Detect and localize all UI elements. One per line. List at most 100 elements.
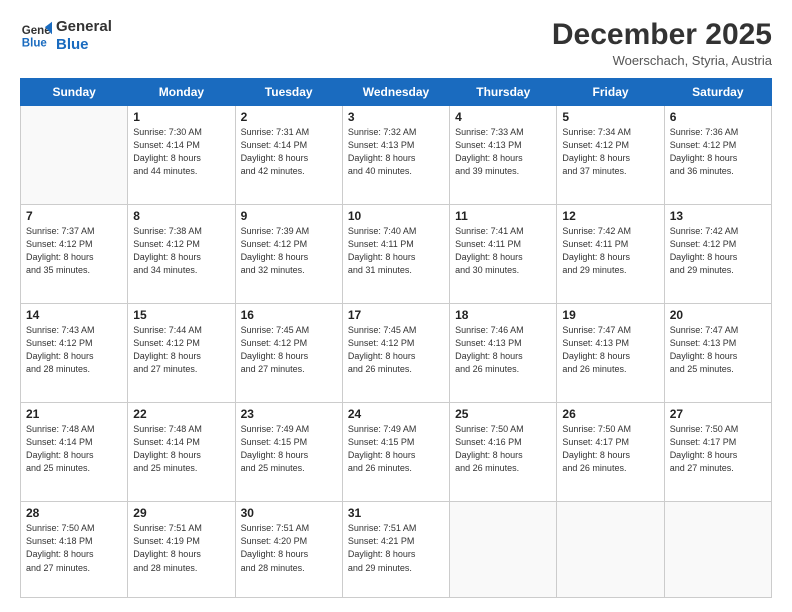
calendar-cell: 25 Sunrise: 7:50 AMSunset: 4:16 PMDayligh… [450,403,557,502]
calendar-cell: 8Sunrise: 7:38 AMSunset: 4:12 PMDaylight… [128,205,235,304]
calendar-cell: 3 Sunrise: 7:32 AMSunset: 4:13 PMDaylight… [342,106,449,205]
day-info: Sunrise: 7:47 AMSunset: 4:13 PMDaylight:… [670,324,766,376]
calendar-cell: 9 Sunrise: 7:39 AMSunset: 4:12 PMDaylight… [235,205,342,304]
calendar-week-4: 21 Sunrise: 7:48 AMSunset: 4:14 PMDayligh… [21,403,772,502]
day-number: 5 [562,110,658,124]
calendar-week-2: 7Sunrise: 7:37 AMSunset: 4:12 PMDaylight… [21,205,772,304]
day-number: 30 [241,506,337,520]
day-number: 25 [455,407,551,421]
calendar-cell: 7Sunrise: 7:37 AMSunset: 4:12 PMDaylight… [21,205,128,304]
day-info: Sunrise: 7:31 AMSunset: 4:14 PMDaylight:… [241,126,337,178]
logo-icon: General Blue [20,20,52,52]
calendar-cell: 21 Sunrise: 7:48 AMSunset: 4:14 PMDayligh… [21,403,128,502]
calendar-week-5: 28Sunrise: 7:50 AMSunset: 4:18 PMDayligh… [21,502,772,598]
calendar-cell: 24Sunrise: 7:49 AMSunset: 4:15 PMDayligh… [342,403,449,502]
day-info: Sunrise: 7:33 AMSunset: 4:13 PMDaylight:… [455,126,551,178]
calendar-cell: 1 Sunrise: 7:30 AMSunset: 4:14 PMDaylight… [128,106,235,205]
calendar-week-1: 1 Sunrise: 7:30 AMSunset: 4:14 PMDaylight… [21,106,772,205]
day-number: 6 [670,110,766,124]
day-info: Sunrise: 7:41 AMSunset: 4:11 PMDaylight:… [455,225,551,277]
day-info: Sunrise: 7:50 AMSunset: 4:17 PMDaylight:… [670,423,766,475]
calendar-cell: 13 Sunrise: 7:42 AMSunset: 4:12 PMDayligh… [664,205,771,304]
day-number: 29 [133,506,229,520]
calendar-cell: 17 Sunrise: 7:45 AMSunset: 4:12 PMDayligh… [342,304,449,403]
day-number: 20 [670,308,766,322]
day-info: Sunrise: 7:44 AMSunset: 4:12 PMDaylight:… [133,324,229,376]
day-number: 17 [348,308,444,322]
day-info: Sunrise: 7:37 AMSunset: 4:12 PMDaylight:… [26,225,122,277]
day-info: Sunrise: 7:43 AMSunset: 4:12 PMDaylight:… [26,324,122,376]
day-info: Sunrise: 7:45 AMSunset: 4:12 PMDaylight:… [348,324,444,376]
day-number: 12 [562,209,658,223]
day-number: 21 [26,407,122,421]
day-info: Sunrise: 7:51 AMSunset: 4:19 PMDaylight:… [133,522,229,574]
day-number: 14 [26,308,122,322]
day-number: 22 [133,407,229,421]
calendar-cell: 23 Sunrise: 7:49 AMSunset: 4:15 PMDayligh… [235,403,342,502]
calendar-cell: 11 Sunrise: 7:41 AMSunset: 4:11 PMDayligh… [450,205,557,304]
day-header-thursday: Thursday [450,79,557,106]
calendar-header-row: SundayMondayTuesdayWednesdayThursdayFrid… [21,79,772,106]
day-number: 26 [562,407,658,421]
day-info: Sunrise: 7:51 AMSunset: 4:21 PMDaylight:… [348,522,444,574]
page: General Blue General Blue December 2025 … [0,0,792,612]
calendar-cell: 22 Sunrise: 7:48 AMSunset: 4:14 PMDayligh… [128,403,235,502]
day-number: 3 [348,110,444,124]
calendar-cell: 28Sunrise: 7:50 AMSunset: 4:18 PMDayligh… [21,502,128,598]
day-number: 19 [562,308,658,322]
calendar-cell: 18Sunrise: 7:46 AMSunset: 4:13 PMDayligh… [450,304,557,403]
calendar-cell: 2 Sunrise: 7:31 AMSunset: 4:14 PMDaylight… [235,106,342,205]
day-info: Sunrise: 7:30 AMSunset: 4:14 PMDaylight:… [133,126,229,178]
day-number: 15 [133,308,229,322]
day-info: Sunrise: 7:48 AMSunset: 4:14 PMDaylight:… [26,423,122,475]
day-number: 13 [670,209,766,223]
calendar-cell: 6 Sunrise: 7:36 AMSunset: 4:12 PMDaylight… [664,106,771,205]
logo-line2: Blue [56,36,112,54]
day-header-friday: Friday [557,79,664,106]
calendar-cell [450,502,557,598]
day-number: 24 [348,407,444,421]
day-number: 2 [241,110,337,124]
month-title: December 2025 [552,18,772,51]
location: Woerschach, Styria, Austria [552,53,772,68]
logo-text: General Blue [56,18,112,54]
calendar-cell: 16Sunrise: 7:45 AMSunset: 4:12 PMDayligh… [235,304,342,403]
calendar-cell: 4Sunrise: 7:33 AMSunset: 4:13 PMDaylight… [450,106,557,205]
day-header-sunday: Sunday [21,79,128,106]
day-info: Sunrise: 7:32 AMSunset: 4:13 PMDaylight:… [348,126,444,178]
day-info: Sunrise: 7:36 AMSunset: 4:12 PMDaylight:… [670,126,766,178]
day-number: 11 [455,209,551,223]
day-number: 1 [133,110,229,124]
logo: General Blue General Blue [20,18,112,54]
calendar-cell: 26 Sunrise: 7:50 AMSunset: 4:17 PMDayligh… [557,403,664,502]
calendar-cell: 14 Sunrise: 7:43 AMSunset: 4:12 PMDayligh… [21,304,128,403]
day-info: Sunrise: 7:48 AMSunset: 4:14 PMDaylight:… [133,423,229,475]
calendar-cell [664,502,771,598]
calendar-cell: 20 Sunrise: 7:47 AMSunset: 4:13 PMDayligh… [664,304,771,403]
svg-text:Blue: Blue [22,38,48,50]
calendar-cell: 19 Sunrise: 7:47 AMSunset: 4:13 PMDayligh… [557,304,664,403]
title-block: December 2025 Woerschach, Styria, Austri… [552,18,772,68]
day-info: Sunrise: 7:39 AMSunset: 4:12 PMDaylight:… [241,225,337,277]
calendar-cell: 12 Sunrise: 7:42 AMSunset: 4:11 PMDayligh… [557,205,664,304]
day-number: 9 [241,209,337,223]
calendar-cell: 29 Sunrise: 7:51 AMSunset: 4:19 PMDayligh… [128,502,235,598]
day-info: Sunrise: 7:47 AMSunset: 4:13 PMDaylight:… [562,324,658,376]
day-number: 28 [26,506,122,520]
day-header-saturday: Saturday [664,79,771,106]
day-info: Sunrise: 7:49 AMSunset: 4:15 PMDaylight:… [241,423,337,475]
day-number: 18 [455,308,551,322]
day-header-wednesday: Wednesday [342,79,449,106]
calendar-cell: 15 Sunrise: 7:44 AMSunset: 4:12 PMDayligh… [128,304,235,403]
day-info: Sunrise: 7:51 AMSunset: 4:20 PMDaylight:… [241,522,337,574]
day-info: Sunrise: 7:45 AMSunset: 4:12 PMDaylight:… [241,324,337,376]
day-number: 23 [241,407,337,421]
calendar-week-3: 14 Sunrise: 7:43 AMSunset: 4:12 PMDayligh… [21,304,772,403]
day-info: Sunrise: 7:50 AMSunset: 4:16 PMDaylight:… [455,423,551,475]
day-info: Sunrise: 7:50 AMSunset: 4:17 PMDaylight:… [562,423,658,475]
day-number: 10 [348,209,444,223]
day-info: Sunrise: 7:42 AMSunset: 4:11 PMDaylight:… [562,225,658,277]
day-header-tuesday: Tuesday [235,79,342,106]
calendar-cell: 27Sunrise: 7:50 AMSunset: 4:17 PMDayligh… [664,403,771,502]
day-info: Sunrise: 7:42 AMSunset: 4:12 PMDaylight:… [670,225,766,277]
